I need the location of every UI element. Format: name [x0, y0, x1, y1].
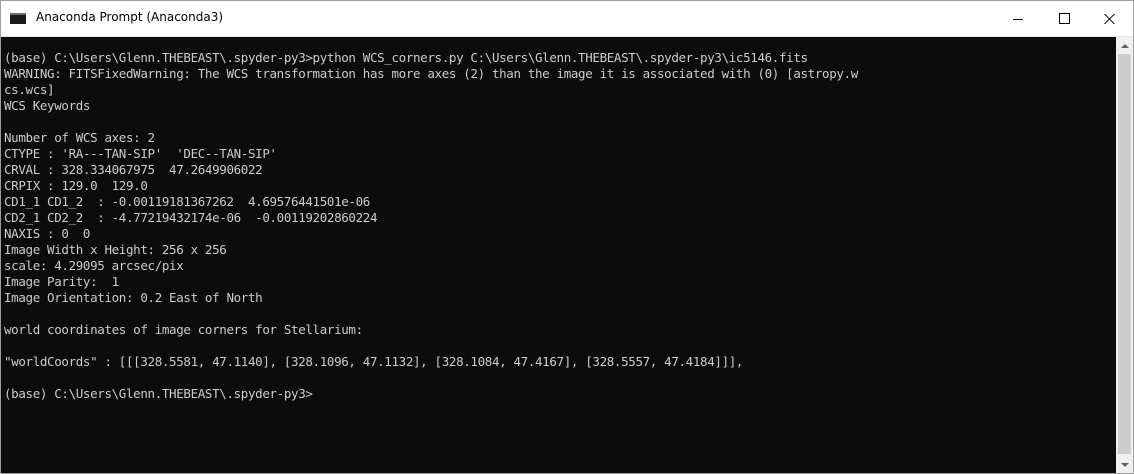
close-button[interactable] — [1087, 1, 1133, 36]
console-line: CD1_1 CD1_2 : -0.00119181367262 4.695764… — [4, 194, 370, 209]
console-line: world coordinates of image corners for S… — [4, 322, 363, 337]
window-title: Anaconda Prompt (Anaconda3) — [36, 10, 224, 24]
console-line: NAXIS : 0 0 — [4, 226, 91, 241]
console-line: "worldCoords" : [[[328.5581, 47.1140], [… — [4, 354, 744, 369]
scroll-thumb[interactable] — [1118, 54, 1131, 454]
maximize-icon — [1058, 13, 1070, 24]
close-icon — [1104, 13, 1116, 25]
title-bar[interactable]: Anaconda Prompt (Anaconda3) — [1, 1, 1133, 37]
console-line: CRPIX : 129.0 129.0 — [4, 178, 148, 193]
console-line: Image Parity: 1 — [4, 274, 119, 289]
console-window: Anaconda Prompt (Anaconda3) (base) C:\Us… — [0, 0, 1134, 474]
console-line: (base) C:\Users\Glenn.THEBEAST\.spyder-p… — [4, 386, 313, 401]
console-output[interactable]: (base) C:\Users\Glenn.THEBEAST\.spyder-p… — [1, 37, 1116, 473]
console-line: cs.wcs] — [4, 82, 55, 97]
minimize-icon — [1013, 18, 1023, 20]
console-line: CTYPE : 'RA---TAN-SIP' 'DEC--TAN-SIP' — [4, 146, 277, 161]
console-icon — [10, 13, 26, 24]
arrow-up-icon — [1120, 43, 1129, 48]
console-line: Image Orientation: 0.2 East of North — [4, 290, 263, 305]
scroll-up-button[interactable] — [1116, 37, 1133, 54]
console-line: WARNING: FITSFixedWarning: The WCS trans… — [4, 66, 858, 81]
console-line: CRVAL : 328.334067975 47.2649906022 — [4, 162, 263, 177]
console-line: Image Width x Height: 256 x 256 — [4, 242, 227, 257]
console-line: WCS Keywords — [4, 98, 91, 113]
scroll-down-button[interactable] — [1116, 456, 1133, 473]
console-line: Number of WCS axes: 2 — [4, 130, 155, 145]
maximize-button[interactable] — [1041, 1, 1087, 36]
console-line: CD2_1 CD2_2 : -4.77219432174e-06 -0.0011… — [4, 210, 378, 225]
minimize-button[interactable] — [995, 1, 1041, 36]
arrow-down-icon — [1120, 462, 1129, 467]
console-line: scale: 4.29095 arcsec/pix — [4, 258, 184, 273]
console-line: (base) C:\Users\Glenn.THEBEAST\.spyder-p… — [4, 50, 808, 65]
vertical-scrollbar[interactable] — [1116, 37, 1133, 473]
